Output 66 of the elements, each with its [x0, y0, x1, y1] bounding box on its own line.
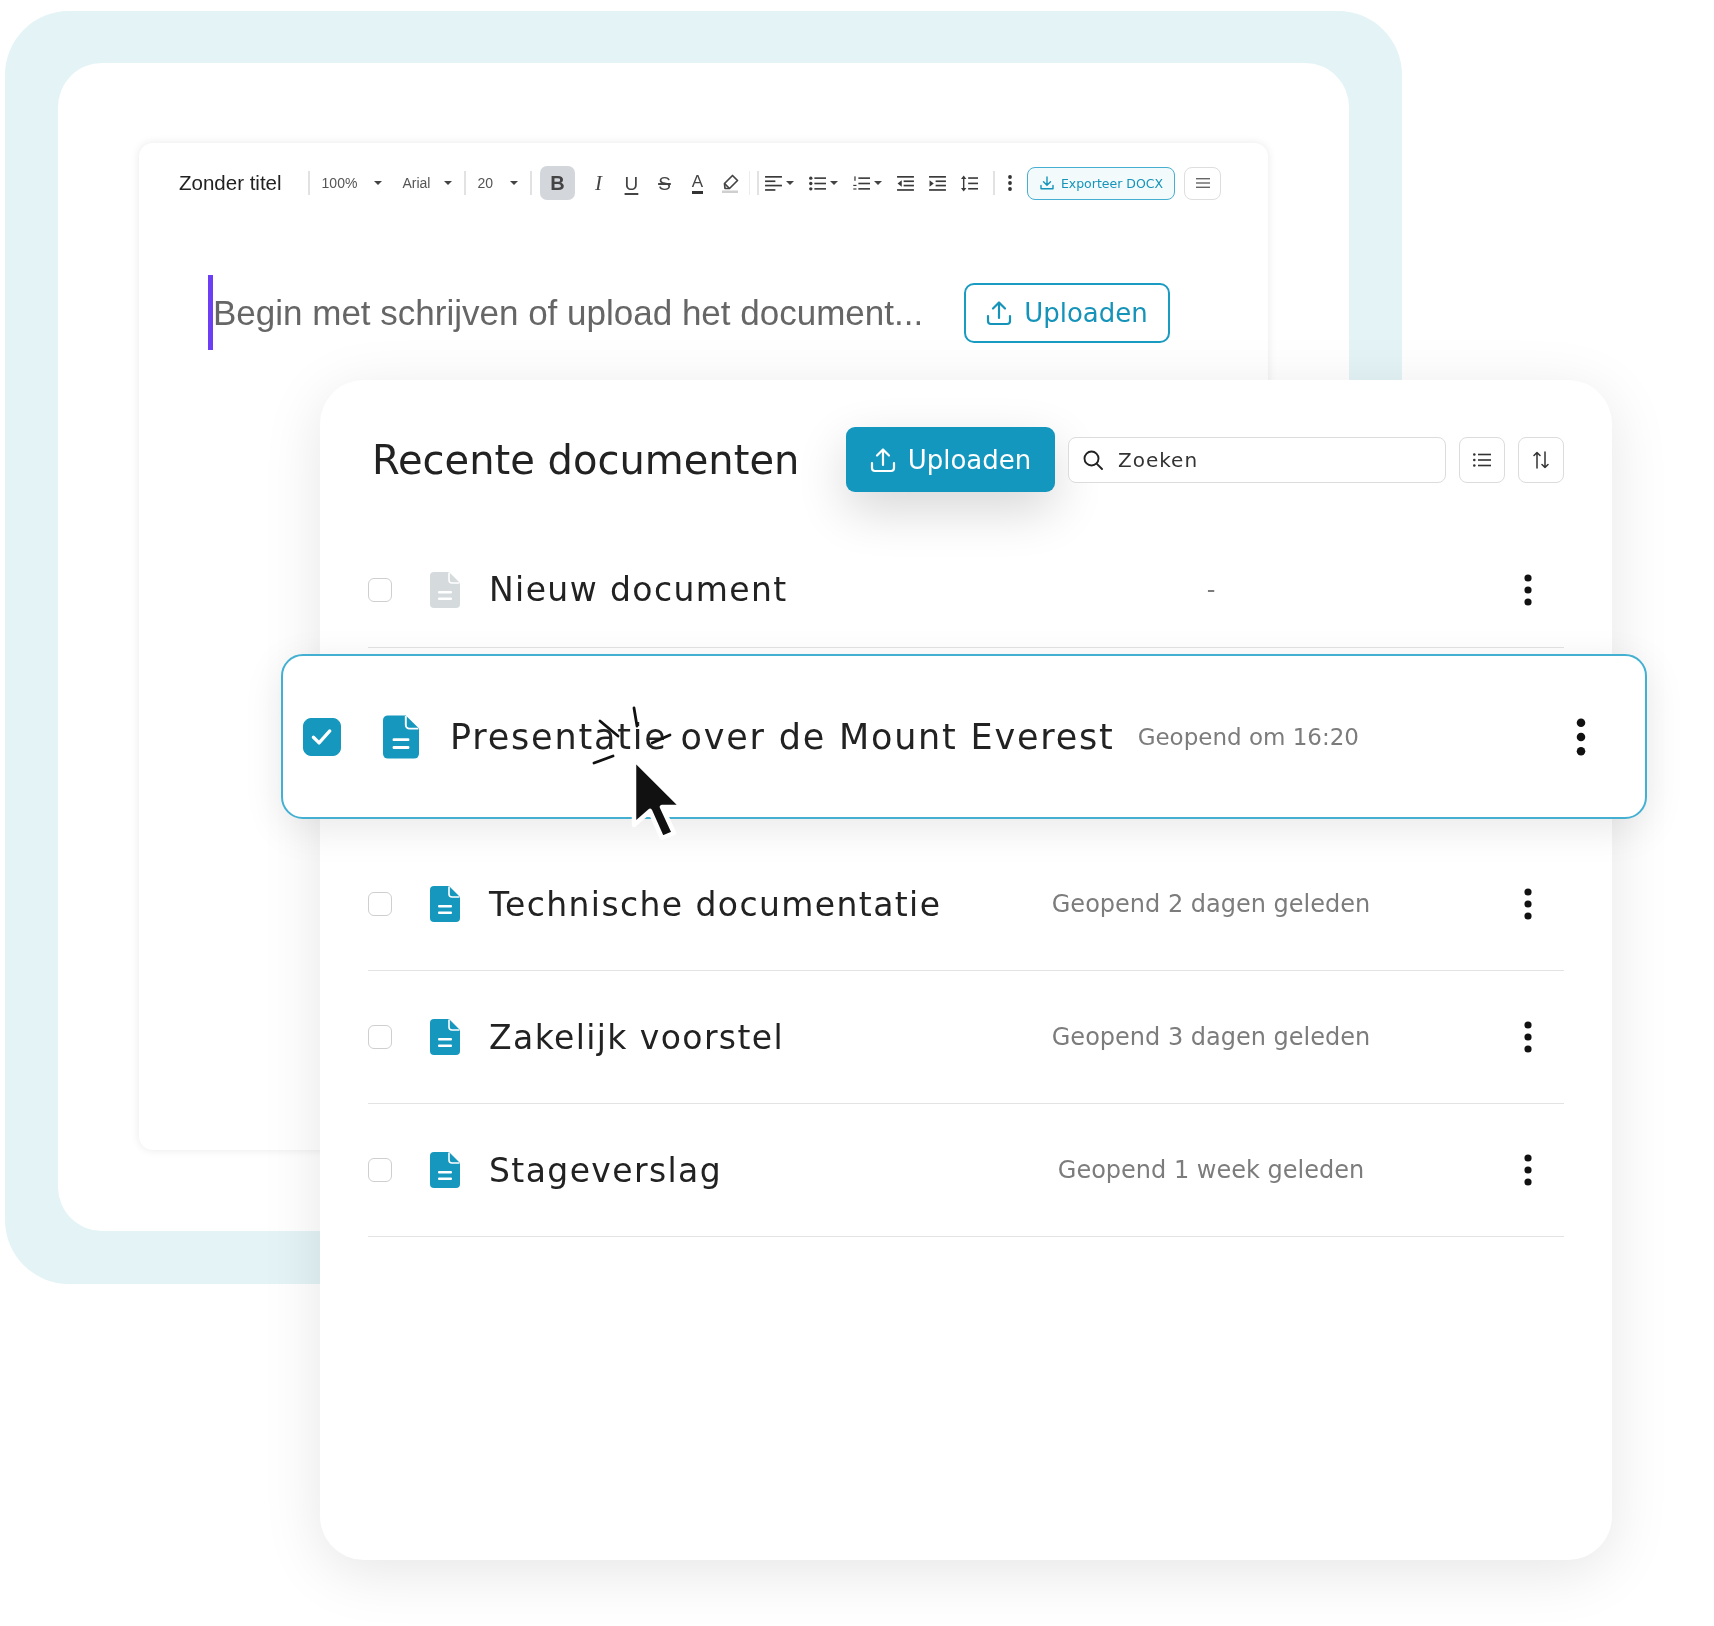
more-options-icon[interactable] — [1576, 717, 1586, 756]
caret-icon — [509, 181, 518, 185]
document-name: Technische documentatie — [489, 884, 943, 924]
strikethrough-button[interactable]: S — [647, 166, 681, 200]
section-title: Recente documenten — [372, 436, 800, 483]
numbered-list-icon[interactable] — [853, 175, 871, 191]
more-options-icon[interactable] — [1008, 175, 1013, 191]
document-row[interactable]: Technische documentatie Geopend 2 dagen geleden — [368, 838, 1564, 971]
upload-icon — [869, 446, 896, 473]
opened-time: Geopend 2 dagen geleden — [1050, 890, 1372, 918]
line-spacing-icon[interactable] — [961, 174, 979, 192]
bold-button[interactable]: B — [539, 166, 575, 200]
document-name: Presentatie over de Mount Everest — [450, 716, 1115, 757]
search-icon — [1083, 449, 1103, 470]
checkbox[interactable] — [368, 577, 392, 602]
document-icon — [383, 714, 419, 759]
document-name: Nieuw document — [489, 570, 789, 609]
caret-icon[interactable] — [786, 181, 795, 185]
document-title[interactable]: Zonder titel — [179, 171, 282, 195]
caret-icon[interactable] — [830, 181, 839, 185]
upload-button[interactable]: Uploaden — [964, 282, 1170, 343]
opened-time: Geopend om 16:20 — [1137, 723, 1359, 750]
document-name: Zakelijk voorstel — [489, 1017, 786, 1057]
list-view-button[interactable] — [1459, 436, 1505, 483]
document-row[interactable]: Stageverslag Geopend 1 week geleden — [368, 1104, 1564, 1237]
more-options-icon[interactable] — [1524, 1154, 1532, 1186]
caret-icon — [444, 181, 453, 185]
align-left-icon[interactable] — [765, 175, 783, 191]
document-row[interactable]: Nieuw document - — [368, 532, 1564, 648]
highlighter-icon — [721, 173, 740, 193]
download-icon — [1039, 176, 1054, 190]
underline-button[interactable]: U — [614, 166, 648, 200]
more-options-icon[interactable] — [1524, 888, 1532, 920]
checkbox[interactable] — [368, 1158, 392, 1182]
checkbox[interactable] — [368, 892, 392, 916]
outdent-icon[interactable] — [897, 175, 915, 191]
font-size-dropdown[interactable]: 20 — [477, 168, 518, 198]
document-row[interactable]: Zakelijk voorstel Geopend 3 dagen geleden — [368, 971, 1564, 1104]
document-name: Stageverslag — [489, 1150, 724, 1190]
font-dropdown[interactable]: Arial — [402, 168, 453, 198]
document-icon — [430, 1152, 460, 1188]
more-options-icon[interactable] — [1524, 1021, 1532, 1053]
more-options-icon[interactable] — [1524, 573, 1532, 606]
document-icon — [430, 886, 460, 922]
opened-time: - — [1205, 575, 1217, 604]
opened-time: Geopend 1 week geleden — [1056, 1156, 1366, 1184]
italic-button[interactable]: I — [581, 166, 615, 200]
menu-icon — [1195, 178, 1210, 188]
upload-icon — [986, 299, 1013, 326]
checkbox[interactable] — [303, 717, 341, 756]
zoom-dropdown[interactable]: 100% — [321, 168, 383, 198]
bullet-list-icon[interactable] — [809, 175, 827, 191]
menu-button[interactable] — [1184, 166, 1222, 200]
document-icon — [430, 571, 460, 608]
text-color-button[interactable]: A — [680, 166, 714, 200]
checkbox[interactable] — [368, 1025, 392, 1049]
search-field[interactable]: Zoeken — [1068, 436, 1446, 483]
indent-icon[interactable] — [929, 175, 947, 191]
document-icon — [430, 1019, 460, 1055]
caret-icon[interactable] — [874, 181, 883, 185]
sort-button[interactable] — [1518, 436, 1564, 483]
editor-field[interactable]: Begin met schrijven of upload het document... — [208, 275, 954, 350]
list-icon — [1473, 452, 1491, 467]
caret-icon — [374, 181, 383, 185]
opened-time: Geopend 3 dagen geleden — [1050, 1023, 1372, 1051]
sort-arrows-icon — [1533, 450, 1549, 469]
